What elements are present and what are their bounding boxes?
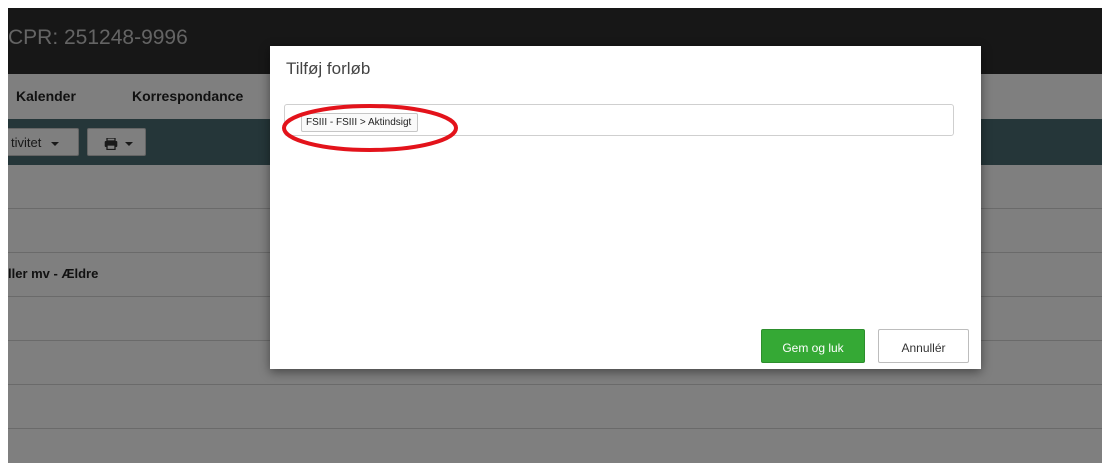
course-select-input[interactable]: FSIII - FSIII > Aktindsigt — [284, 104, 954, 136]
cancel-button[interactable]: Annullér — [878, 329, 969, 363]
add-course-dialog: Tilføj forløb FSIII - FSIII > Aktindsigt… — [270, 46, 981, 369]
dialog-title: Tilføj forløb — [286, 59, 371, 78]
save-and-close-button[interactable]: Gem og luk — [761, 329, 865, 363]
background-app: CPR: 251248-9996 Kalender Korrespondance… — [8, 8, 1102, 463]
selected-course-chip[interactable]: FSIII - FSIII > Aktindsigt — [301, 113, 419, 132]
